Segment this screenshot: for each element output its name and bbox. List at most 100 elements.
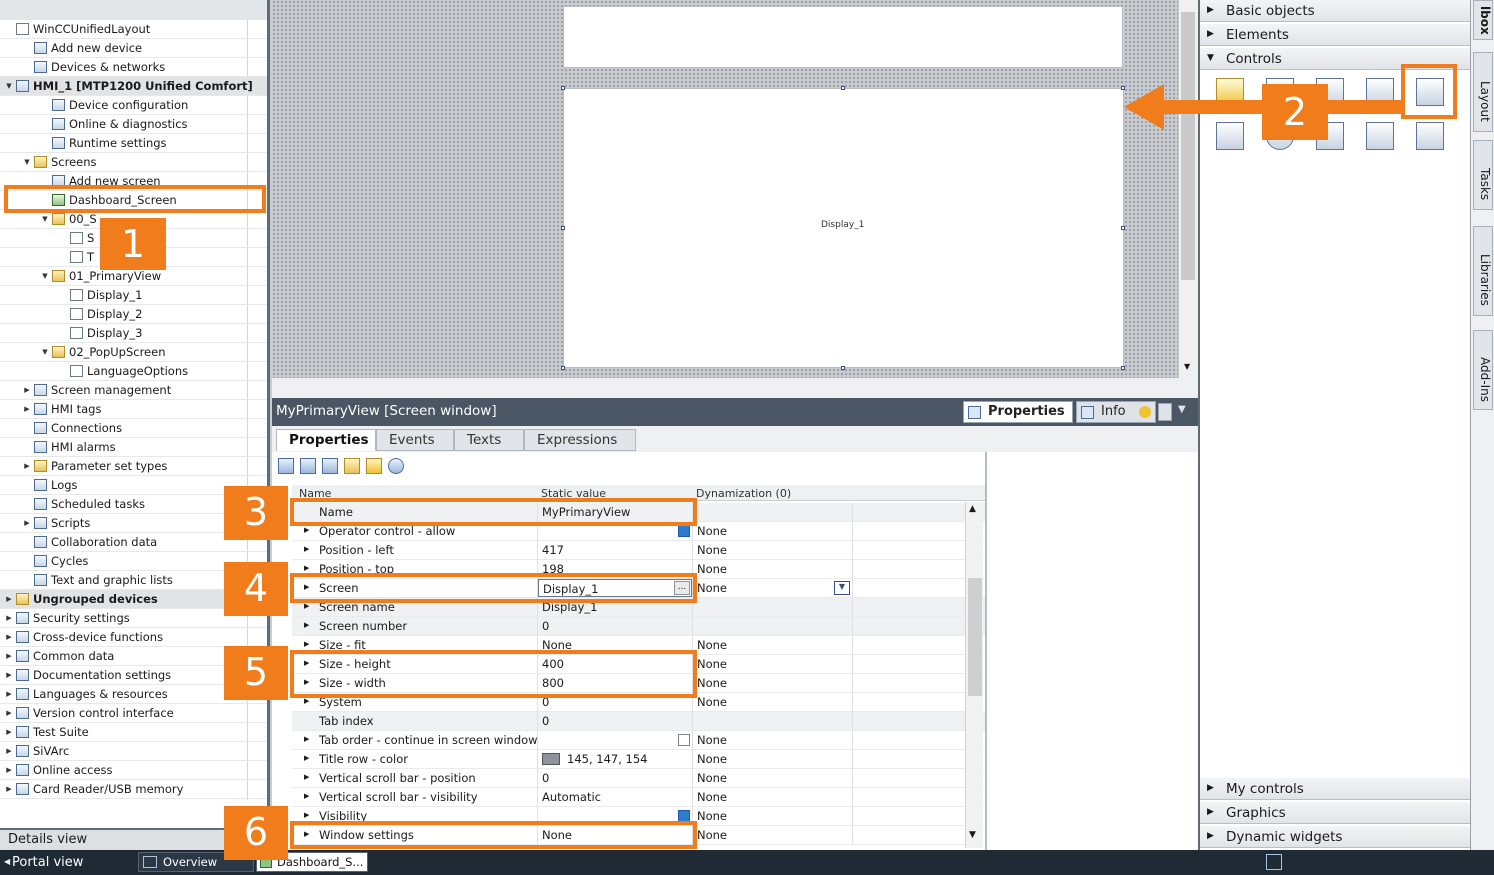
tree-item[interactable]: LanguageOptions — [0, 362, 267, 381]
resize-handle-bm[interactable] — [841, 366, 845, 370]
chevron-right-icon[interactable]: ▶ — [304, 735, 309, 743]
resize-handle-br[interactable] — [1121, 366, 1125, 370]
tab-events[interactable]: Events — [376, 429, 454, 451]
resize-handle-bl[interactable] — [561, 366, 565, 370]
tree-item[interactable]: Device configuration — [0, 96, 267, 115]
tree-item[interactable]: Devices & networks — [0, 58, 267, 77]
chevron-right-icon[interactable]: ▶ — [304, 545, 309, 553]
properties-vertical-scrollbar[interactable]: ▲ ▼ — [965, 502, 983, 848]
property-row[interactable]: ▶ Vertical scroll bar - visibility Automat… — [292, 788, 985, 807]
property-row[interactable]: ▶ Vertical scroll bar - position 0 None — [292, 769, 985, 788]
tree-item[interactable]: ▶ Card Reader/USB memory — [0, 780, 267, 799]
canvas-scroll-thumb[interactable] — [1181, 12, 1195, 280]
chevron-down-icon[interactable]: ▼ — [40, 348, 50, 356]
collapse-all-icon[interactable] — [322, 458, 338, 474]
inspector-properties-tab[interactable]: Properties — [963, 401, 1073, 423]
process-control-icon[interactable] — [1366, 122, 1394, 150]
chevron-down-icon[interactable]: ▼ — [4, 82, 14, 90]
property-row[interactable]: Tab index 0 — [292, 712, 985, 731]
tree-item[interactable]: Online & diagnostics — [0, 115, 267, 134]
chevron-right-icon[interactable]: ▶ — [304, 811, 309, 819]
chevron-right-icon[interactable]: ▶ — [4, 690, 14, 698]
chevron-right-icon[interactable]: ▶ — [304, 773, 309, 781]
diagnostics-tab-icon[interactable] — [1158, 403, 1172, 421]
tree-item[interactable]: ▶ Online access — [0, 761, 267, 780]
property-row[interactable]: ▶ Position - left 417 None — [292, 541, 985, 560]
inspector-info-tab[interactable]: Info — [1076, 401, 1156, 423]
system-diagnosis-icon[interactable] — [1416, 122, 1444, 150]
tree-item[interactable]: ▶ Test Suite — [0, 723, 267, 742]
chevron-right-icon[interactable]: ▶ — [4, 728, 14, 736]
properties-scroll-thumb[interactable] — [968, 578, 982, 696]
tree-item[interactable]: HMI alarms — [0, 438, 267, 457]
chevron-right-icon[interactable]: ▶ — [22, 405, 32, 413]
scroll-up-icon[interactable]: ▲ — [969, 504, 976, 514]
tree-item[interactable]: ▶ HMI tags — [0, 400, 267, 419]
tree-item[interactable]: ▼ Screens — [0, 153, 267, 172]
color-swatch[interactable] — [542, 753, 560, 765]
chevron-right-icon[interactable]: ▶ — [304, 697, 309, 705]
tab-toolbox[interactable]: lbox — [1473, 0, 1493, 40]
tree-item[interactable]: ▼ 02_PopUpScreen — [0, 343, 267, 362]
tree-item[interactable]: Connections — [0, 419, 267, 438]
chevron-down-icon[interactable]: ▼ — [22, 158, 32, 166]
section-my-controls[interactable]: ▶ My controls — [1200, 778, 1472, 800]
canvas-vertical-scrollbar[interactable]: ▼ — [1178, 0, 1198, 378]
scroll-down-icon[interactable]: ▼ — [1184, 362, 1190, 371]
collapse-inspector-icon[interactable]: ▼ — [1178, 404, 1186, 415]
checkbox[interactable] — [678, 525, 690, 537]
chevron-down-icon[interactable]: ▼ — [40, 215, 50, 223]
dynamization-dropdown-icon[interactable]: ▼ — [834, 581, 850, 595]
tree-item[interactable]: Runtime settings — [0, 134, 267, 153]
tree-item[interactable]: WinCCUnifiedLayout — [0, 20, 267, 39]
chevron-right-icon[interactable]: ▶ — [304, 526, 309, 534]
chevron-right-icon[interactable]: ▶ — [4, 785, 14, 793]
chevron-down-icon[interactable]: ▼ — [40, 272, 50, 280]
screen-top-area[interactable] — [563, 6, 1123, 68]
chevron-right-icon[interactable]: ▶ — [4, 633, 14, 641]
checkbox[interactable] — [678, 734, 690, 746]
chevron-right-icon[interactable]: ▶ — [4, 709, 14, 717]
chevron-right-icon[interactable]: ▶ — [4, 671, 14, 679]
chevron-right-icon[interactable]: ▶ — [4, 766, 14, 774]
property-row[interactable]: ▶ Tab order - continue in screen window No… — [292, 731, 985, 750]
tree-item[interactable]: ▶ Parameter set types — [0, 457, 267, 476]
chevron-right-icon[interactable]: ▶ — [4, 595, 14, 603]
web-control-icon[interactable] — [1216, 122, 1244, 150]
tree-item[interactable]: ▶ Screen management — [0, 381, 267, 400]
tree-item[interactable]: Display_3 — [0, 324, 267, 343]
property-row[interactable]: ▶ Title row - color 145, 147, 154 None — [292, 750, 985, 769]
resize-handle-tm[interactable] — [841, 86, 845, 90]
favorites-star-icon[interactable] — [366, 458, 382, 474]
chevron-right-icon[interactable]: ▶ — [4, 614, 14, 622]
chevron-right-icon[interactable]: ▶ — [304, 564, 309, 572]
tab-expressions[interactable]: Expressions — [524, 429, 636, 451]
chevron-right-icon[interactable]: ▶ — [304, 754, 309, 762]
screen-canvas[interactable]: Display_1 — [272, 0, 1178, 378]
filter-icon[interactable] — [344, 458, 360, 474]
screen-window-primary-view[interactable]: Display_1 — [563, 88, 1124, 368]
chevron-right-icon[interactable]: ▶ — [22, 519, 32, 527]
chevron-right-icon[interactable]: ▶ — [22, 462, 32, 470]
chevron-right-icon[interactable]: ▶ — [304, 640, 309, 648]
tab-tasks[interactable]: Tasks — [1473, 140, 1493, 210]
chevron-right-icon[interactable]: ▶ — [304, 792, 309, 800]
tab-add-ins[interactable]: Add-Ins — [1473, 330, 1493, 410]
grid-splitter[interactable] — [985, 452, 987, 850]
tree-item[interactable]: Add new device — [0, 39, 267, 58]
resize-handle-mr[interactable] — [1121, 226, 1125, 230]
chevron-right-icon[interactable]: ▶ — [4, 652, 14, 660]
portal-view-button[interactable]: Portal view — [12, 855, 83, 870]
resize-handle-ml[interactable] — [561, 226, 565, 230]
expand-all-icon[interactable] — [300, 458, 316, 474]
tree-item[interactable]: ▶ SiVArc — [0, 742, 267, 761]
status-bar-icon[interactable] — [1266, 854, 1282, 870]
tab-properties[interactable]: Properties — [276, 429, 376, 451]
tree-item[interactable]: Display_2 — [0, 305, 267, 324]
eye-icon[interactable] — [388, 458, 404, 474]
section-graphics[interactable]: ▶ Graphics — [1200, 802, 1472, 824]
group-view-icon[interactable] — [278, 458, 294, 474]
section-elements[interactable]: ▶ Elements — [1200, 24, 1472, 46]
section-basic-objects[interactable]: ▶ Basic objects — [1200, 0, 1472, 22]
chevron-right-icon[interactable]: ▶ — [4, 747, 14, 755]
